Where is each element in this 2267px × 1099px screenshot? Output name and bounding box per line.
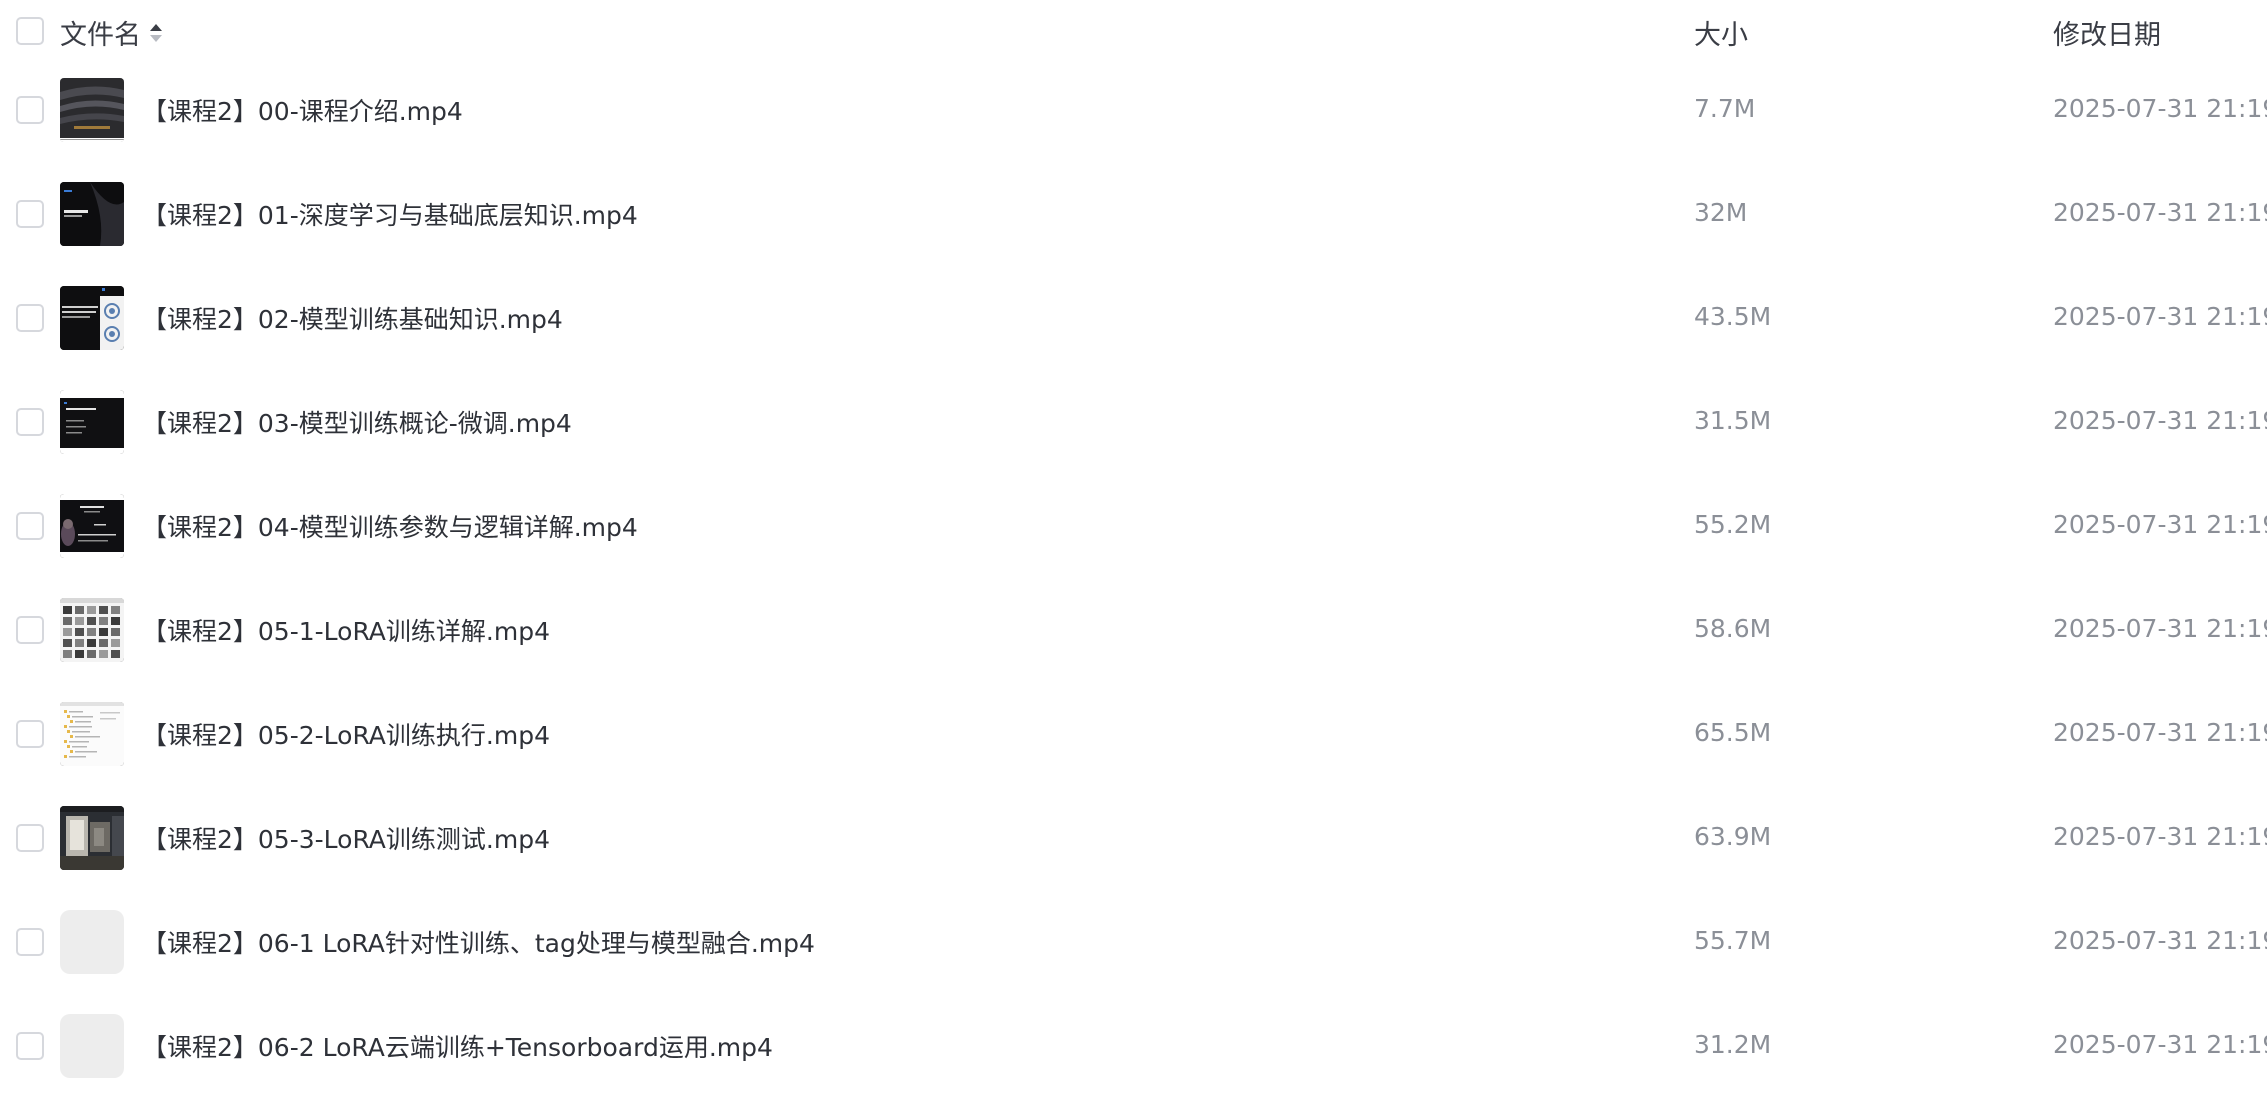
row-checkbox[interactable] xyxy=(16,200,44,228)
select-all-checkbox[interactable] xyxy=(16,17,44,45)
file-name[interactable]: 【课程2】06-2 LoRA云端训练+Tensorboard运用.mp4 xyxy=(142,1028,773,1064)
file-row[interactable]: 【课程2】06-1 LoRA针对性训练、tag处理与模型融合.mp4 55.7M 2… xyxy=(0,890,2267,994)
thumbnail-placeholder[interactable] xyxy=(60,910,124,974)
row-checkbox[interactable] xyxy=(16,1032,44,1060)
file-modified-date: 2025-07-31 21:19 xyxy=(2053,302,2267,331)
video-thumbnail[interactable] xyxy=(60,182,124,246)
file-modified-date: 2025-07-31 21:19 xyxy=(2053,406,2267,435)
row-checkbox[interactable] xyxy=(16,616,44,644)
file-size: 32M xyxy=(1694,198,1748,227)
video-thumbnail[interactable] xyxy=(60,702,124,766)
video-thumbnail[interactable] xyxy=(60,390,124,454)
column-header-name-label: 文件名 xyxy=(60,20,141,51)
file-name[interactable]: 【课程2】05-3-LoRA训练测试.mp4 xyxy=(142,820,550,856)
file-size: 7.7M xyxy=(1694,94,1756,123)
video-thumbnail[interactable] xyxy=(60,78,124,142)
file-row[interactable]: 【课程2】01-深度学习与基础底层知识.mp4 32M 2025-07-31 21:… xyxy=(0,162,2267,266)
file-row[interactable]: 【课程2】02-模型训练基础知识.mp4 43.5M 2025-07-31 21:1… xyxy=(0,266,2267,370)
video-thumbnail[interactable] xyxy=(60,598,124,662)
file-size: 63.9M xyxy=(1694,822,1772,851)
file-name[interactable]: 【课程2】03-模型训练概论-微调.mp4 xyxy=(142,404,572,440)
video-thumbnail[interactable] xyxy=(60,286,124,350)
file-modified-date: 2025-07-31 21:19 xyxy=(2053,94,2267,123)
row-checkbox[interactable] xyxy=(16,928,44,956)
file-size: 58.6M xyxy=(1694,614,1772,643)
file-row[interactable]: 【课程2】05-2-LoRA训练执行.mp4 65.5M 2025-07-31 21… xyxy=(0,682,2267,786)
file-name[interactable]: 【课程2】00-课程介绍.mp4 xyxy=(142,92,463,128)
row-checkbox[interactable] xyxy=(16,512,44,540)
file-size: 55.2M xyxy=(1694,510,1772,539)
file-row[interactable]: 【课程2】05-3-LoRA训练测试.mp4 63.9M 2025-07-31 21… xyxy=(0,786,2267,890)
list-header: 文件名 大小 修改日期 xyxy=(0,0,2267,62)
file-row[interactable]: 【课程2】06-2 LoRA云端训练+Tensorboard运用.mp4 31.2… xyxy=(0,994,2267,1098)
file-size: 55.7M xyxy=(1694,926,1772,955)
column-header-name[interactable]: 文件名 xyxy=(60,13,163,52)
file-name[interactable]: 【课程2】05-2-LoRA训练执行.mp4 xyxy=(142,716,550,752)
file-modified-date: 2025-07-31 21:19 xyxy=(2053,926,2267,955)
column-header-size[interactable]: 大小 xyxy=(1694,13,1748,52)
sort-icon[interactable] xyxy=(149,22,163,44)
file-row[interactable]: 【课程2】03-模型训练概论-微调.mp4 31.5M 2025-07-31 21:… xyxy=(0,370,2267,474)
file-modified-date: 2025-07-31 21:19 xyxy=(2053,1030,2267,1059)
file-row[interactable]: 【课程2】04-模型训练参数与逻辑详解.mp4 55.2M 2025-07-31 2… xyxy=(0,474,2267,578)
row-checkbox[interactable] xyxy=(16,824,44,852)
video-thumbnail[interactable] xyxy=(60,806,124,870)
file-size: 31.2M xyxy=(1694,1030,1772,1059)
file-modified-date: 2025-07-31 21:19 xyxy=(2053,614,2267,643)
thumbnail-placeholder[interactable] xyxy=(60,1014,124,1078)
file-size: 31.5M xyxy=(1694,406,1772,435)
row-checkbox[interactable] xyxy=(16,720,44,748)
file-size: 43.5M xyxy=(1694,302,1772,331)
file-modified-date: 2025-07-31 21:19 xyxy=(2053,822,2267,851)
file-size: 65.5M xyxy=(1694,718,1772,747)
file-name[interactable]: 【课程2】05-1-LoRA训练详解.mp4 xyxy=(142,612,550,648)
file-modified-date: 2025-07-31 21:19 xyxy=(2053,198,2267,227)
file-row[interactable]: 【课程2】00-课程介绍.mp4 7.7M 2025-07-31 21:19 xyxy=(0,58,2267,162)
row-checkbox[interactable] xyxy=(16,304,44,332)
row-checkbox[interactable] xyxy=(16,408,44,436)
file-row[interactable]: 【课程2】05-1-LoRA训练详解.mp4 58.6M 2025-07-31 21… xyxy=(0,578,2267,682)
file-name[interactable]: 【课程2】04-模型训练参数与逻辑详解.mp4 xyxy=(142,508,638,544)
file-name[interactable]: 【课程2】02-模型训练基础知识.mp4 xyxy=(142,300,563,336)
row-checkbox[interactable] xyxy=(16,96,44,124)
column-header-date[interactable]: 修改日期 xyxy=(2053,13,2161,52)
file-name[interactable]: 【课程2】06-1 LoRA针对性训练、tag处理与模型融合.mp4 xyxy=(142,924,815,960)
file-modified-date: 2025-07-31 21:19 xyxy=(2053,510,2267,539)
file-modified-date: 2025-07-31 21:19 xyxy=(2053,718,2267,747)
video-thumbnail[interactable] xyxy=(60,494,124,558)
file-list: 文件名 大小 修改日期 【课程2】00-课程介绍.mp4 7.7M 2025-07-… xyxy=(0,0,2267,1099)
file-name[interactable]: 【课程2】01-深度学习与基础底层知识.mp4 xyxy=(142,196,638,232)
